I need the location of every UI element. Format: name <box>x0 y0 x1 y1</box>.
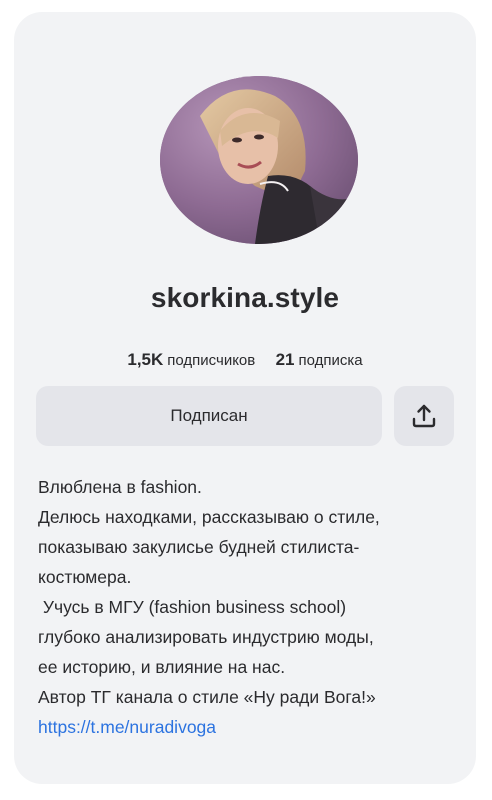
bio-line: показываю закулисье будней стилиста- <box>38 537 360 557</box>
bio-link[interactable]: https://t.me/nuradivoga <box>38 712 216 742</box>
username: skorkina.style <box>150 282 340 313</box>
followers-stat[interactable]: 1,5K подписчиков <box>127 350 259 369</box>
bio-line: костюмера. <box>38 567 132 587</box>
subscribed-button[interactable]: Подписан <box>36 386 382 446</box>
bio-line: Автор ТГ канала о стиле «Ну ради Вога!» <box>38 687 376 707</box>
followers-count: 1,5K <box>127 350 164 369</box>
share-upload-icon <box>412 404 436 428</box>
bio-line: Делюсь находками, рассказываю о стиле, <box>38 507 380 527</box>
share-button[interactable] <box>394 386 454 446</box>
bio: Влюблена в fashion. Делюсь находками, ра… <box>38 472 468 742</box>
bio-line: Влюблена в fashion. <box>38 477 202 497</box>
bio-line: ее историю, и влияние на нас. <box>38 657 286 677</box>
bio-line: глубоко анализировать индустрию моды, <box>38 627 374 647</box>
following-label: подписка <box>298 352 363 369</box>
bio-line: Учусь в МГУ (fashion business school) <box>38 597 347 617</box>
following-stat[interactable]: 21 подписка <box>271 350 363 369</box>
profile-card: skorkina.style 1,5K подписчиков 21 подписк… <box>14 12 476 784</box>
avatar-photo <box>160 76 358 244</box>
followers-label: подписчиков <box>167 352 256 369</box>
profile-stats: 1,5K подписчиков 21 подписка <box>14 350 476 370</box>
following-count: 21 <box>275 350 295 369</box>
avatar[interactable] <box>160 76 358 244</box>
